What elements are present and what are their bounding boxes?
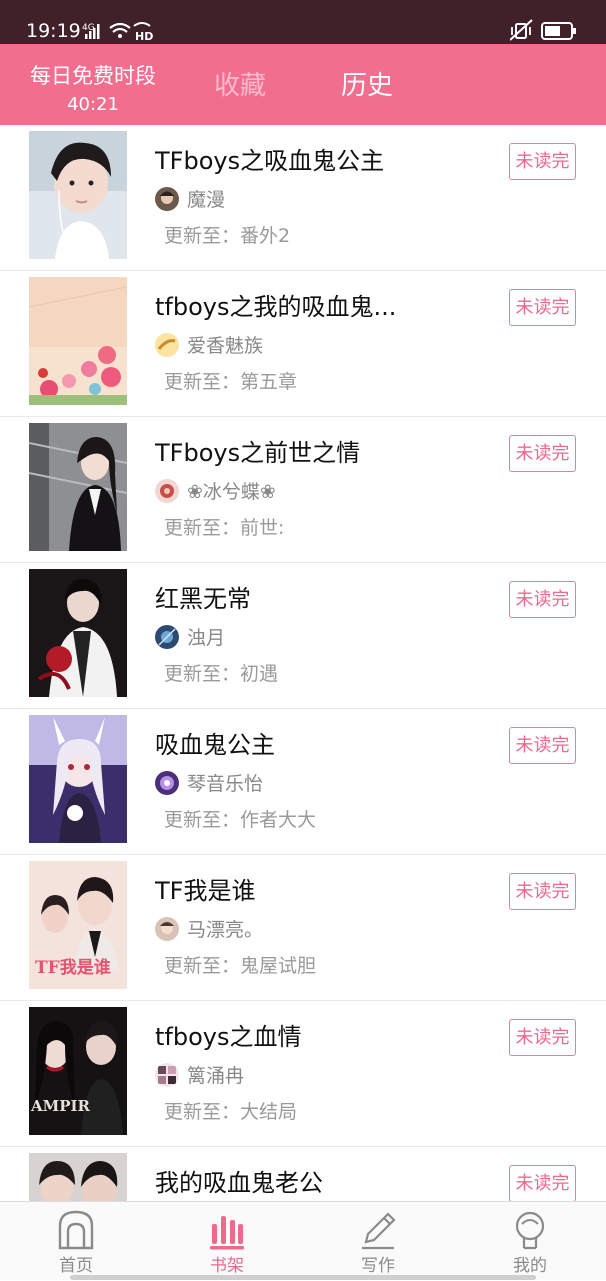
svg-text:TF我是谁: TF我是谁 (35, 957, 111, 978)
author-avatar (155, 625, 179, 649)
battery-icon (541, 22, 576, 40)
bottom-nav: 首页 书架 写作 我的 (0, 1201, 606, 1280)
book-cover-image[interactable]: TF我是谁 (29, 861, 127, 989)
book-title: 吸血鬼公主 (155, 731, 275, 759)
book-update: 更新至：初遇 (164, 663, 279, 685)
home-icon (58, 1210, 94, 1250)
author-avatar (155, 479, 179, 503)
status-right-icons (509, 18, 580, 44)
home-indicator[interactable] (70, 1275, 536, 1280)
author-avatar (155, 917, 179, 941)
nav-profile-label: 我的 (513, 1256, 547, 1276)
list-item[interactable]: 我的吸血鬼老公 未读完 (0, 1147, 606, 1201)
unread-badge[interactable]: 未读完 (509, 727, 576, 764)
list-item[interactable]: TF我是谁 TF我是谁 马漂亮。 更新至：鬼屋试胆 未读完 (0, 855, 606, 1001)
book-title: TFboys之吸血鬼公主 (155, 147, 385, 175)
list-item[interactable]: AMPIR tfboys之血情 篱涌冉 更新至：大结局 未读完 (0, 1001, 606, 1147)
author-avatar (155, 771, 179, 795)
unread-badge[interactable]: 未读完 (509, 581, 576, 618)
history-list: TFboys之吸血鬼公主 魔漫 更新至：番外2 未读完 tfboys之我的吸血鬼… (0, 125, 606, 1201)
book-update: 更新至：大结局 (164, 1101, 298, 1123)
book-update: 更新至：前世: (164, 517, 285, 539)
nav-home[interactable]: 首页 (16, 1202, 136, 1281)
book-author: ❀冰兮蝶❀ (187, 481, 276, 503)
book-cover-image[interactable] (29, 131, 127, 259)
book-author: 篱涌冉 (187, 1065, 245, 1087)
nav-write-label: 写作 (361, 1256, 395, 1276)
svg-text:AMPIR: AMPIR (30, 1097, 91, 1115)
svg-text:HD: HD (135, 30, 153, 42)
unread-badge[interactable]: 未读完 (509, 873, 576, 910)
nav-home-label: 首页 (59, 1256, 93, 1276)
author-avatar (155, 1063, 179, 1087)
book-author: 马漂亮。 (187, 919, 264, 941)
book-author: 爱香魅族 (187, 335, 264, 357)
book-cover-image[interactable] (29, 715, 127, 843)
author-avatar (155, 187, 179, 211)
unread-badge[interactable]: 未读完 (509, 1019, 576, 1056)
book-title: TFboys之前世之情 (155, 439, 361, 467)
book-update: 更新至：第五章 (164, 371, 298, 393)
status-bar: 19:19 4G HD (0, 0, 606, 44)
list-item[interactable]: 吸血鬼公主 琴音乐怡 更新至：作者大大 未读完 (0, 709, 606, 855)
book-author: 魔漫 (187, 189, 226, 211)
nav-bookshelf[interactable]: 书架 (167, 1202, 287, 1281)
book-cover-image[interactable] (29, 1153, 127, 1201)
nav-bookshelf-label: 书架 (210, 1256, 244, 1276)
book-title: 我的吸血鬼老公 (155, 1169, 323, 1197)
cell-signal-icon: 4G HD (82, 22, 153, 43)
book-title: tfboys之我的吸血鬼... (155, 293, 397, 321)
tab-favorites[interactable]: 收藏 (214, 70, 266, 102)
nav-write[interactable]: 写作 (318, 1202, 438, 1281)
list-item[interactable]: TFboys之吸血鬼公主 魔漫 更新至：番外2 未读完 (0, 125, 606, 271)
unread-badge[interactable]: 未读完 (509, 1165, 576, 1201)
signal-wifi-icons: 4G HD (82, 20, 154, 43)
book-cover-image[interactable] (29, 569, 127, 697)
book-update: 更新至：番外2 (164, 225, 291, 247)
tab-history[interactable]: 历史 (341, 70, 393, 102)
book-title: TF我是谁 (155, 877, 256, 905)
vibrate-mute-icon (509, 19, 533, 41)
list-item[interactable]: TFboys之前世之情 ❀冰兮蝶❀ 更新至：前世: 未读完 (0, 417, 606, 563)
nav-profile[interactable]: 我的 (470, 1202, 590, 1281)
pencil-icon (362, 1212, 396, 1250)
unread-badge[interactable]: 未读完 (509, 435, 576, 472)
author-avatar (155, 333, 179, 357)
book-author: 琴音乐怡 (187, 773, 264, 795)
list-item[interactable]: tfboys之我的吸血鬼... 爱香魅族 更新至：第五章 未读完 (0, 271, 606, 417)
bookshelf-icon (210, 1216, 244, 1250)
free-period-label[interactable]: 每日免费时段 (26, 62, 160, 90)
unread-badge[interactable]: 未读完 (509, 289, 576, 326)
book-title: tfboys之血情 (155, 1023, 302, 1051)
book-author: 浊月 (187, 627, 226, 649)
book-cover-image[interactable]: AMPIR (29, 1007, 127, 1135)
book-update: 更新至：鬼屋试胆 (164, 955, 317, 977)
book-cover-image[interactable] (29, 423, 127, 551)
free-period-timer: 40:21 (67, 94, 119, 115)
unread-badge[interactable]: 未读完 (509, 143, 576, 180)
svg-text:4G: 4G (82, 23, 95, 33)
list-item[interactable]: 红黑无常 浊月 更新至：初遇 未读完 (0, 563, 606, 709)
book-update: 更新至：作者大大 (164, 809, 317, 831)
book-title: 红黑无常 (155, 585, 251, 613)
book-cover-image[interactable] (29, 277, 127, 405)
profile-icon (515, 1211, 545, 1250)
header-bar: 每日免费时段 40:21 收藏 历史 (0, 44, 606, 125)
status-time: 19:19 (26, 20, 81, 42)
